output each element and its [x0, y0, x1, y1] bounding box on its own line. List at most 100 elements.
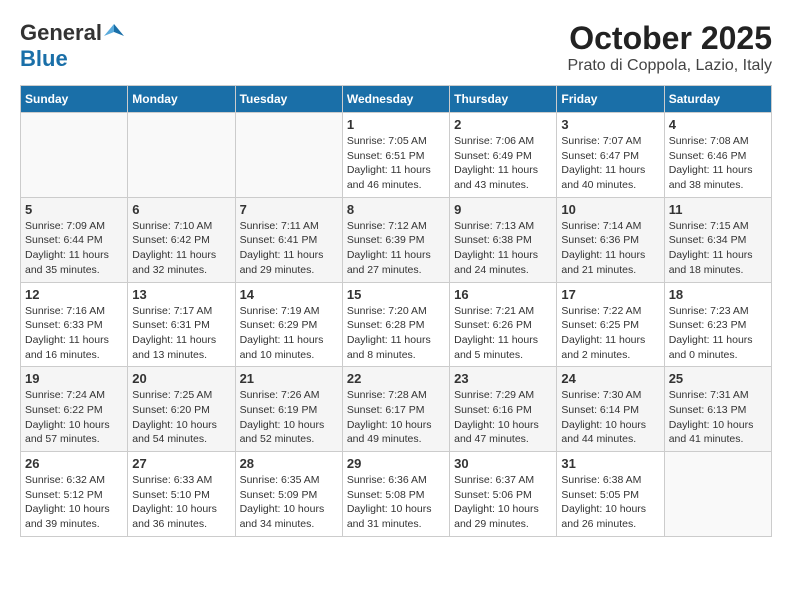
day-info: Sunrise: 7:11 AMSunset: 6:41 PMDaylight:… [240, 219, 338, 278]
logo-general-text: General [20, 20, 102, 46]
day-number: 10 [561, 202, 659, 217]
calendar-cell [664, 452, 771, 537]
day-number: 30 [454, 456, 552, 471]
day-number: 3 [561, 117, 659, 132]
day-info: Sunrise: 7:09 AMSunset: 6:44 PMDaylight:… [25, 219, 123, 278]
day-info: Sunrise: 6:36 AMSunset: 5:08 PMDaylight:… [347, 473, 445, 532]
day-info: Sunrise: 7:22 AMSunset: 6:25 PMDaylight:… [561, 304, 659, 363]
day-number: 12 [25, 287, 123, 302]
day-number: 27 [132, 456, 230, 471]
day-number: 29 [347, 456, 445, 471]
day-number: 28 [240, 456, 338, 471]
day-of-week-header: Thursday [450, 86, 557, 113]
calendar-cell: 23 Sunrise: 7:29 AMSunset: 6:16 PMDayligh… [450, 367, 557, 452]
calendar-cell: 20Sunrise: 7:25 AMSunset: 6:20 PMDayligh… [128, 367, 235, 452]
day-info: Sunrise: 7:31 AMSunset: 6:13 PMDaylight:… [669, 388, 767, 447]
calendar-cell: 9 Sunrise: 7:13 AMSunset: 6:38 PMDaylight… [450, 197, 557, 282]
calendar-cell: 4 Sunrise: 7:08 AMSunset: 6:46 PMDaylight… [664, 113, 771, 198]
calendar-cell: 27 Sunrise: 6:33 AMSunset: 5:10 PMDayligh… [128, 452, 235, 537]
day-info: Sunrise: 6:38 AMSunset: 5:05 PMDaylight:… [561, 473, 659, 532]
calendar-week-row: 12Sunrise: 7:16 AMSunset: 6:33 PMDayligh… [21, 282, 772, 367]
logo: General Blue [20, 20, 124, 72]
month-title: October 2025 [567, 20, 772, 57]
title-block: October 2025 Prato di Coppola, Lazio, It… [567, 20, 772, 75]
day-info: Sunrise: 7:23 AMSunset: 6:23 PMDaylight:… [669, 304, 767, 363]
day-number: 21 [240, 371, 338, 386]
day-info: Sunrise: 7:21 AMSunset: 6:26 PMDaylight:… [454, 304, 552, 363]
day-info: Sunrise: 7:15 AMSunset: 6:34 PMDaylight:… [669, 219, 767, 278]
day-info: Sunrise: 7:19 AMSunset: 6:29 PMDaylight:… [240, 304, 338, 363]
calendar-cell: 17 Sunrise: 7:22 AMSunset: 6:25 PMDayligh… [557, 282, 664, 367]
calendar-week-row: 26 Sunrise: 6:32 AMSunset: 5:12 PMDayligh… [21, 452, 772, 537]
day-number: 13 [132, 287, 230, 302]
calendar-week-row: 1 Sunrise: 7:05 AMSunset: 6:51 PMDaylight… [21, 113, 772, 198]
logo-bird-icon [104, 22, 124, 42]
calendar-cell: 22 Sunrise: 7:28 AMSunset: 6:17 PMDayligh… [342, 367, 449, 452]
day-info: Sunrise: 7:12 AMSunset: 6:39 PMDaylight:… [347, 219, 445, 278]
day-info: Sunrise: 7:26 AMSunset: 6:19 PMDaylight:… [240, 388, 338, 447]
calendar-cell: 14 Sunrise: 7:19 AMSunset: 6:29 PMDayligh… [235, 282, 342, 367]
location-title: Prato di Coppola, Lazio, Italy [567, 57, 772, 75]
day-number: 31 [561, 456, 659, 471]
day-info: Sunrise: 7:08 AMSunset: 6:46 PMDaylight:… [669, 134, 767, 193]
calendar-cell: 26 Sunrise: 6:32 AMSunset: 5:12 PMDayligh… [21, 452, 128, 537]
day-number: 5 [25, 202, 123, 217]
calendar-cell: 25Sunrise: 7:31 AMSunset: 6:13 PMDayligh… [664, 367, 771, 452]
day-number: 6 [132, 202, 230, 217]
calendar-cell: 5 Sunrise: 7:09 AMSunset: 6:44 PMDaylight… [21, 197, 128, 282]
calendar-cell: 15 Sunrise: 7:20 AMSunset: 6:28 PMDayligh… [342, 282, 449, 367]
calendar-cell: 19Sunrise: 7:24 AMSunset: 6:22 PMDayligh… [21, 367, 128, 452]
calendar-cell: 12Sunrise: 7:16 AMSunset: 6:33 PMDayligh… [21, 282, 128, 367]
day-number: 18 [669, 287, 767, 302]
day-info: Sunrise: 6:32 AMSunset: 5:12 PMDaylight:… [25, 473, 123, 532]
day-of-week-header: Friday [557, 86, 664, 113]
day-of-week-header: Sunday [21, 86, 128, 113]
day-number: 14 [240, 287, 338, 302]
calendar-cell: 30Sunrise: 6:37 AMSunset: 5:06 PMDayligh… [450, 452, 557, 537]
day-info: Sunrise: 7:30 AMSunset: 6:14 PMDaylight:… [561, 388, 659, 447]
calendar-cell: 7 Sunrise: 7:11 AMSunset: 6:41 PMDaylight… [235, 197, 342, 282]
day-number: 8 [347, 202, 445, 217]
day-of-week-header: Tuesday [235, 86, 342, 113]
calendar-header: SundayMondayTuesdayWednesdayThursdayFrid… [21, 86, 772, 113]
day-number: 20 [132, 371, 230, 386]
day-number: 23 [454, 371, 552, 386]
day-info: Sunrise: 7:10 AMSunset: 6:42 PMDaylight:… [132, 219, 230, 278]
day-info: Sunrise: 7:13 AMSunset: 6:38 PMDaylight:… [454, 219, 552, 278]
day-number: 9 [454, 202, 552, 217]
day-info: Sunrise: 7:28 AMSunset: 6:17 PMDaylight:… [347, 388, 445, 447]
day-info: Sunrise: 7:05 AMSunset: 6:51 PMDaylight:… [347, 134, 445, 193]
calendar-cell: 1 Sunrise: 7:05 AMSunset: 6:51 PMDaylight… [342, 113, 449, 198]
calendar-cell [21, 113, 128, 198]
day-info: Sunrise: 7:20 AMSunset: 6:28 PMDaylight:… [347, 304, 445, 363]
day-number: 17 [561, 287, 659, 302]
calendar-table: SundayMondayTuesdayWednesdayThursdayFrid… [20, 85, 772, 537]
calendar-body: 1 Sunrise: 7:05 AMSunset: 6:51 PMDaylight… [21, 113, 772, 537]
calendar-week-row: 5 Sunrise: 7:09 AMSunset: 6:44 PMDaylight… [21, 197, 772, 282]
calendar-week-row: 19Sunrise: 7:24 AMSunset: 6:22 PMDayligh… [21, 367, 772, 452]
calendar-cell: 16 Sunrise: 7:21 AMSunset: 6:26 PMDayligh… [450, 282, 557, 367]
calendar-cell: 13Sunrise: 7:17 AMSunset: 6:31 PMDayligh… [128, 282, 235, 367]
day-info: Sunrise: 7:14 AMSunset: 6:36 PMDaylight:… [561, 219, 659, 278]
calendar-cell: 11Sunrise: 7:15 AMSunset: 6:34 PMDayligh… [664, 197, 771, 282]
day-of-week-header: Saturday [664, 86, 771, 113]
calendar-cell: 24 Sunrise: 7:30 AMSunset: 6:14 PMDayligh… [557, 367, 664, 452]
calendar-cell: 3 Sunrise: 7:07 AMSunset: 6:47 PMDaylight… [557, 113, 664, 198]
day-info: Sunrise: 6:33 AMSunset: 5:10 PMDaylight:… [132, 473, 230, 532]
day-number: 24 [561, 371, 659, 386]
day-info: Sunrise: 7:29 AMSunset: 6:16 PMDaylight:… [454, 388, 552, 447]
day-number: 16 [454, 287, 552, 302]
day-info: Sunrise: 7:24 AMSunset: 6:22 PMDaylight:… [25, 388, 123, 447]
calendar-cell: 2Sunrise: 7:06 AMSunset: 6:49 PMDaylight… [450, 113, 557, 198]
logo-blue-text: Blue [20, 46, 68, 71]
day-number: 15 [347, 287, 445, 302]
calendar-cell: 18 Sunrise: 7:23 AMSunset: 6:23 PMDayligh… [664, 282, 771, 367]
day-number: 1 [347, 117, 445, 132]
day-number: 26 [25, 456, 123, 471]
day-info: Sunrise: 6:35 AMSunset: 5:09 PMDaylight:… [240, 473, 338, 532]
day-number: 4 [669, 117, 767, 132]
calendar-cell [128, 113, 235, 198]
day-number: 7 [240, 202, 338, 217]
day-info: Sunrise: 7:07 AMSunset: 6:47 PMDaylight:… [561, 134, 659, 193]
day-number: 22 [347, 371, 445, 386]
